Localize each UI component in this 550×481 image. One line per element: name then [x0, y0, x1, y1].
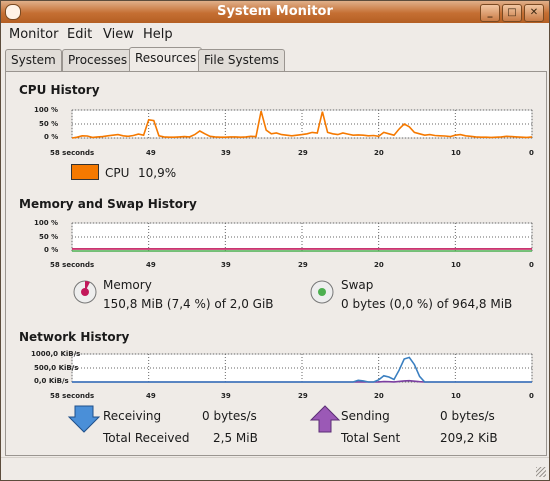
- title-bar[interactable]: System Monitor _ □ ✕: [1, 1, 549, 23]
- menu-help[interactable]: Help: [143, 27, 173, 42]
- window-title: System Monitor: [217, 4, 333, 19]
- net-x-tick-20: 20: [374, 392, 384, 400]
- minimize-button[interactable]: _: [480, 4, 500, 22]
- total-sent-label: Total Sent: [341, 431, 401, 445]
- net-x-tick-10: 10: [451, 392, 461, 400]
- tab-processes[interactable]: Processes: [62, 49, 134, 72]
- tab-file-systems[interactable]: File Systems: [198, 49, 285, 72]
- mem-y-tick-50: 50 %: [39, 233, 59, 241]
- cpu-color-swatch[interactable]: [71, 164, 99, 180]
- close-button[interactable]: ✕: [524, 4, 544, 22]
- memory-value: 150,8 MiB (7,4 %) of 2,0 GiB: [103, 297, 274, 311]
- maximize-button[interactable]: □: [502, 4, 522, 22]
- net-x-tick-49: 49: [146, 392, 156, 400]
- resize-grip[interactable]: [536, 467, 546, 477]
- mem-x-tick-10: 10: [451, 261, 461, 269]
- tab-system[interactable]: System: [5, 49, 62, 72]
- system-monitor-window: System Monitor _ □ ✕ Monitor Edit View H…: [0, 0, 550, 481]
- mem-x-tick-39: 39: [221, 261, 231, 269]
- mem-x-tick-29: 29: [298, 261, 308, 269]
- cpu-legend-value: 10,9%: [138, 166, 177, 180]
- cpu-legend-label: CPU: [105, 166, 130, 180]
- tab-resources[interactable]: Resources: [129, 47, 203, 73]
- menu-view[interactable]: View: [103, 27, 134, 42]
- sending-value: 0 bytes/s: [440, 409, 495, 423]
- memory-label: Memory: [103, 278, 152, 292]
- receiving-value: 0 bytes/s: [202, 409, 257, 423]
- mem-x-tick-49: 49: [146, 261, 156, 269]
- net-x-tick-0: 0: [529, 392, 534, 400]
- net-x-tick-29: 29: [298, 392, 308, 400]
- swap-label: Swap: [341, 278, 374, 292]
- mem-y-tick-100: 100 %: [34, 219, 59, 227]
- net-x-tick-39: 39: [221, 392, 231, 400]
- sending-label: Sending: [341, 409, 390, 423]
- receive-arrow-icon: [67, 405, 101, 433]
- net-y-tick-1000: 1000,0 KiB/s: [31, 350, 81, 358]
- total-received-value: 2,5 MiB: [213, 431, 258, 445]
- send-arrow-icon: [309, 405, 341, 433]
- mem-x-tick-20: 20: [374, 261, 384, 269]
- total-sent-value: 209,2 KiB: [440, 431, 498, 445]
- resources-panel: CPU History 100 % 50 % 0 % 58 seconds 49…: [5, 71, 547, 456]
- net-y-tick-0: 0,0 KiB/s: [34, 377, 69, 385]
- memory-pie-center: [81, 288, 89, 296]
- net-y-tick-500: 500,0 KiB/s: [34, 364, 79, 372]
- receiving-label: Receiving: [103, 409, 162, 423]
- memory-swap-history-title: Memory and Swap History: [19, 197, 197, 211]
- network-history-title: Network History: [19, 330, 130, 344]
- mem-x-tick-58: 58 seconds: [50, 261, 95, 269]
- menu-edit[interactable]: Edit: [67, 27, 92, 42]
- status-bar: [1, 457, 549, 480]
- menu-bar: Monitor Edit View Help: [1, 24, 549, 44]
- swap-value: 0 bytes (0,0 %) of 964,8 MiB: [341, 297, 513, 311]
- menu-monitor[interactable]: Monitor: [9, 27, 58, 42]
- total-received-label: Total Received: [103, 431, 190, 445]
- net-x-tick-58: 58 seconds: [50, 392, 95, 400]
- mem-x-tick-0: 0: [529, 261, 534, 269]
- mem-y-tick-0: 0 %: [44, 246, 59, 254]
- swap-pie-center: [318, 288, 326, 296]
